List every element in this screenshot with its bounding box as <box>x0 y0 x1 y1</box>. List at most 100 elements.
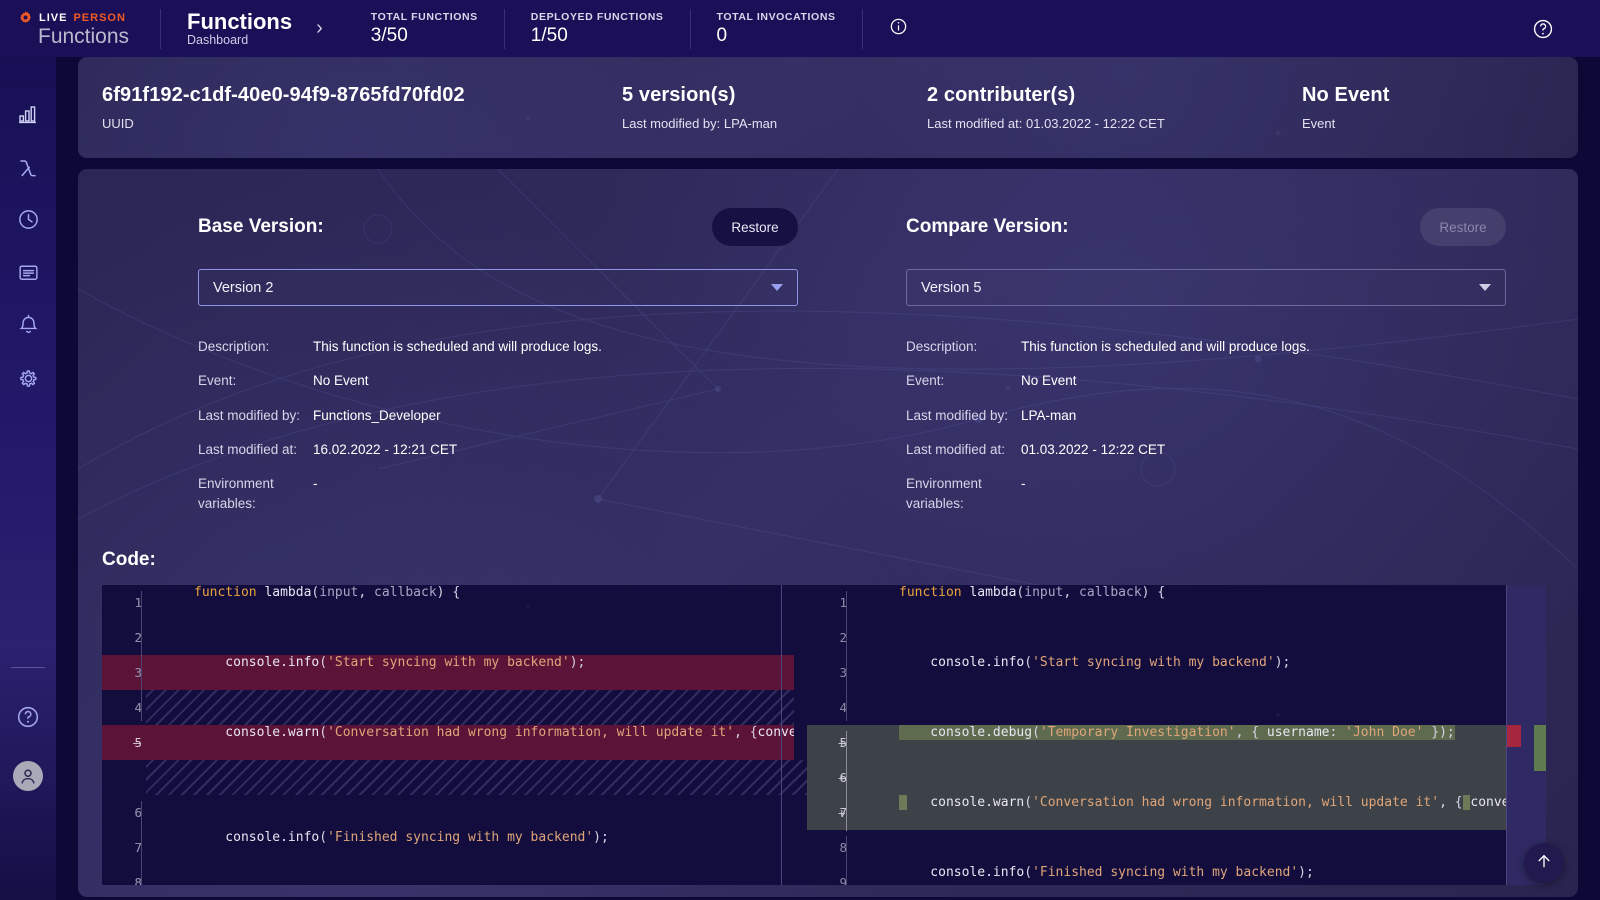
info-button[interactable] <box>863 17 934 41</box>
chevron-down-icon <box>1479 284 1491 291</box>
arrow-up-icon <box>1535 852 1553 875</box>
meta-key: Event: <box>906 373 945 389</box>
meta-key: Environment variables: <box>906 476 982 511</box>
stat-label: TOTAL INVOCATIONS <box>716 10 836 23</box>
pane-scroll-guide <box>1506 585 1507 885</box>
function-summary-card: 6f91f192-c1df-40e0-94f9-8765fd70fd02 UUI… <box>78 57 1578 158</box>
meta-value: - <box>1021 476 1026 491</box>
uuid-label: UUID <box>102 116 134 131</box>
summary-event: No Event Event <box>1302 84 1389 131</box>
line-number-gutter: 1 2 3 4 5 + 6 + 7 + 8 9 10 11 12 <box>807 585 851 885</box>
sidebar-item-logs[interactable] <box>0 246 56 299</box>
meta-value: 16.02.2022 - 12:21 CET <box>313 441 458 457</box>
bar-chart-icon <box>16 102 40 126</box>
diff-pane-splitter[interactable] <box>794 585 807 885</box>
stat-label: DEPLOYED FUNCTIONS <box>530 10 664 23</box>
meta-row: Last modified by: Functions_Developer <box>198 406 798 426</box>
versions-label: Last modified by: LPA-man <box>622 116 778 131</box>
base-version-selected-value: Version 2 <box>213 279 274 296</box>
line-number: 4 <box>839 700 847 715</box>
line-number: 7 <box>134 840 142 855</box>
meta-value: 01.03.2022 - 12:22 CET <box>1021 441 1166 457</box>
line-number: 2 <box>839 630 847 645</box>
gear-icon <box>18 10 33 25</box>
line-number: 1 <box>839 595 847 610</box>
meta-row: Environment variables: - <box>906 474 1506 513</box>
line-number-gutter-top: 1 2 3 4 5 — 6 7 8 9 10 <box>102 585 146 885</box>
summary-versions: 5 version(s) Last modified by: LPA-man <box>622 84 927 131</box>
sidebar-item-functions[interactable] <box>0 140 56 193</box>
line-number: 3 <box>134 665 142 680</box>
event-label: Event <box>1302 116 1336 131</box>
meta-value: This function is scheduled and will prod… <box>1021 339 1310 354</box>
stat-value: 1/50 <box>530 24 568 46</box>
meta-key: Event: <box>198 373 237 389</box>
sidebar-item-help[interactable] <box>0 690 56 743</box>
help-circle-icon <box>1532 19 1554 44</box>
user-avatar-icon <box>13 760 43 791</box>
stat-value: 3/50 <box>370 24 408 46</box>
diff-pane-original[interactable]: 1 2 3 4 5 — 6 7 8 9 10 <box>102 585 794 885</box>
code-diff-editor[interactable]: 1 2 3 4 5 — 6 7 8 9 10 <box>102 585 1546 885</box>
line-number: 4 <box>134 700 142 715</box>
meta-row: Last modified at: 01.03.2022 - 12:22 CET <box>906 440 1506 460</box>
base-restore-button[interactable]: Restore <box>712 208 798 246</box>
breadcrumb-title: Functions <box>187 8 293 34</box>
line-number: 9 <box>839 875 847 885</box>
event-value: No Event <box>1302 84 1390 106</box>
meta-key: Last modified by: <box>906 407 1009 423</box>
overview-marker-add <box>1534 725 1546 771</box>
version-compare-card: Base Version: Restore Version 2 Descript… <box>78 169 1578 897</box>
brand-logo[interactable]: LIVE PERSON Functions <box>0 10 160 47</box>
brand-product-text: Functions <box>38 25 130 48</box>
code-text-modified: function lambda(input, callback) { conso… <box>899 585 1507 880</box>
sidebar-item-profile[interactable] <box>0 749 56 802</box>
stat-deployed-functions: DEPLOYED FUNCTIONS 1/50 <box>505 9 690 49</box>
sidebar <box>0 57 56 900</box>
line-number: 1 <box>134 595 142 610</box>
compare-restore-button[interactable]: Restore <box>1420 208 1506 246</box>
base-version-meta: Description: This function is scheduled … <box>198 337 798 513</box>
scroll-to-top-button[interactable] <box>1524 843 1564 883</box>
sidebar-item-scheduler[interactable] <box>0 193 56 246</box>
help-circle-icon <box>15 704 41 730</box>
clock-icon <box>16 207 41 232</box>
stat-total-invocations: TOTAL INVOCATIONS 0 <box>691 9 862 49</box>
document-icon <box>16 260 41 285</box>
code-section-label: Code: <box>102 549 156 570</box>
summary-uuid: 6f91f192-c1df-40e0-94f9-8765fd70fd02 UUI… <box>102 84 622 131</box>
compare-version-meta: Description: This function is scheduled … <box>906 337 1506 513</box>
diff-pane-modified[interactable]: 1 2 3 4 5 + 6 + 7 + 8 9 10 11 12 <box>807 585 1507 885</box>
meta-value: No Event <box>313 373 369 389</box>
stat-total-functions: TOTAL FUNCTIONS 3/50 <box>345 9 504 49</box>
sidebar-item-notifications[interactable] <box>0 299 56 352</box>
base-version-select[interactable]: Version 2 <box>198 269 798 306</box>
top-bar: LIVE PERSON Functions Functions Dashboard… <box>0 0 1600 57</box>
base-version-panel: Base Version: Restore Version 2 Descript… <box>198 205 798 527</box>
meta-value: No Event <box>1021 373 1077 389</box>
meta-key: Description: <box>906 339 978 354</box>
meta-row: Description: This function is scheduled … <box>198 337 798 357</box>
diff-overview-ruler[interactable] <box>1507 585 1546 885</box>
compare-version-panel: Compare Version: Restore Version 5 Descr… <box>906 205 1506 527</box>
meta-row: Event: No Event <box>198 371 798 391</box>
summary-contributors: 2 contributer(s) Last modified at: 01.03… <box>927 84 1302 131</box>
stat-value: 0 <box>716 24 728 46</box>
meta-row: Description: This function is scheduled … <box>906 337 1506 357</box>
compare-version-title: Compare Version: <box>906 216 1069 237</box>
help-button[interactable] <box>1532 18 1554 45</box>
code-text-original: function lambda(input, callback) { conso… <box>194 585 794 845</box>
meta-row: Environment variables: - <box>198 474 798 513</box>
pane-scroll-guide <box>781 585 782 885</box>
line-number: 6 <box>134 805 142 820</box>
sidebar-item-analytics[interactable] <box>0 87 56 140</box>
bell-icon <box>16 313 41 338</box>
meta-value: This function is scheduled and will prod… <box>313 339 602 354</box>
sidebar-item-settings[interactable] <box>0 352 56 405</box>
meta-value: - <box>313 476 318 491</box>
sidebar-divider <box>11 667 45 668</box>
line-number: 2 <box>134 630 142 645</box>
contributors-value: 2 contributer(s) <box>927 84 1076 106</box>
breadcrumb[interactable]: Functions Dashboard › <box>161 10 345 47</box>
compare-version-select[interactable]: Version 5 <box>906 269 1506 306</box>
